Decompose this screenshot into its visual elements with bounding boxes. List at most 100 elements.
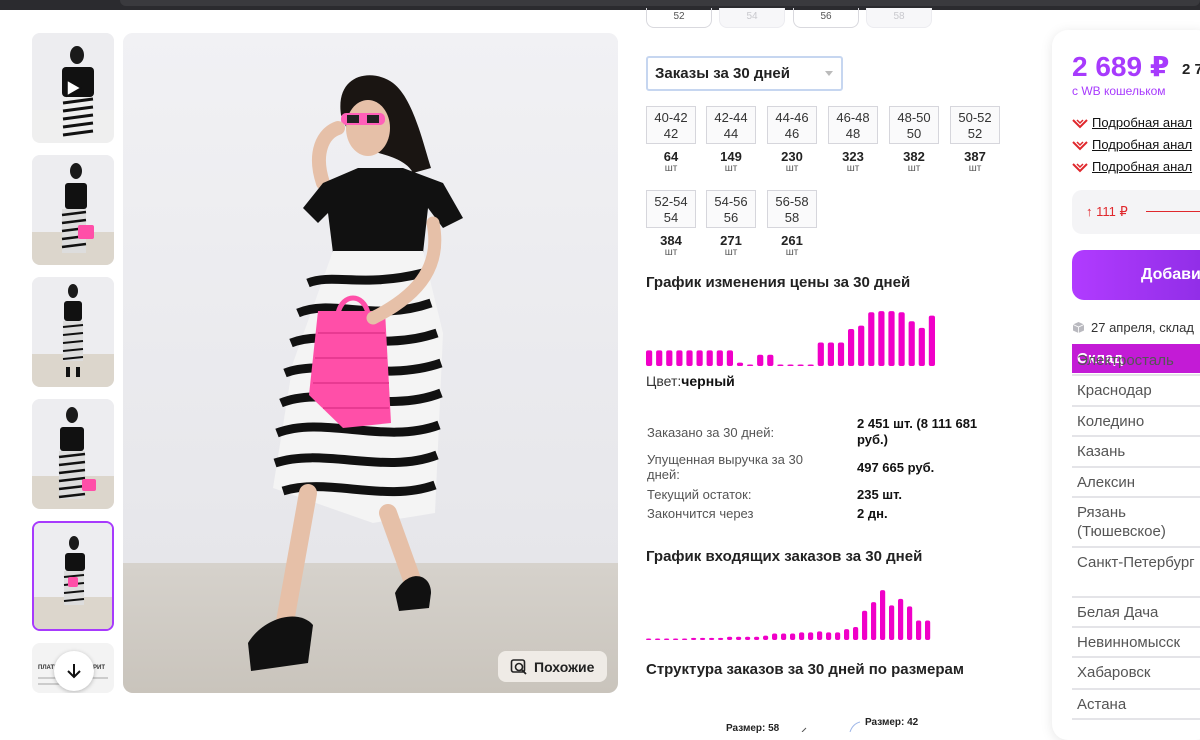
chart-bar	[664, 638, 670, 640]
chart-bar	[790, 633, 796, 640]
size-cell: 46-48 48 323 шт	[828, 106, 878, 174]
chart-bar	[916, 620, 922, 640]
size-stock-unit: шт	[907, 163, 921, 174]
thumbnail-photo-active[interactable]	[32, 521, 114, 631]
product-price-old: 2 7	[1182, 61, 1200, 78]
size-label-box[interactable]: 56-58 58	[767, 190, 817, 228]
size-label-box[interactable]: 52-54 54	[646, 190, 696, 228]
price-chart	[646, 311, 935, 366]
similar-button[interactable]: Похожие	[498, 651, 607, 682]
analysis-link[interactable]: Подробная анал	[1072, 137, 1192, 152]
orders-chart-title: График входящих заказов за 30 дней	[646, 548, 923, 565]
stat-label-runs-out: Закончится через	[647, 506, 754, 521]
warehouse-row: Санкт-Петербург	[1072, 548, 1200, 598]
warehouse-row: Невинномысск	[1072, 628, 1200, 658]
chart-bar	[858, 325, 865, 366]
size-stock-unit: шт	[785, 247, 799, 258]
chart-bar	[807, 364, 814, 366]
model-figure	[63, 536, 85, 605]
add-to-cart-button[interactable]: Добави	[1072, 250, 1200, 300]
chart-bar	[898, 598, 904, 640]
size-stock-unit: шт	[724, 163, 738, 174]
orders-chart	[646, 590, 931, 640]
thumbnail-photo[interactable]	[32, 155, 114, 265]
chart-bar	[757, 354, 764, 366]
chart-bar	[700, 637, 706, 640]
size-label-box[interactable]: 40-42 42	[646, 106, 696, 144]
size-stock-qty: 384	[660, 233, 682, 248]
donut-label: Размер: 42	[865, 717, 919, 728]
product-price: 2 689 ₽	[1072, 51, 1170, 82]
size-ru: 50-52	[958, 110, 992, 125]
donut-label: Размер: 58	[726, 723, 780, 734]
chart-bar	[696, 350, 703, 366]
size-stock-unit: шт	[846, 163, 860, 174]
analysis-link-label: Подробная анал	[1092, 159, 1193, 174]
chart-bar	[781, 633, 787, 640]
structure-chart-title: Структура заказов за 30 дней по размерам	[646, 661, 964, 678]
chart-bar	[799, 632, 805, 640]
chart-bar	[853, 627, 859, 640]
price-chart-title: График изменения цены за 30 дней	[646, 274, 911, 291]
color-label: Цвет:	[646, 373, 682, 389]
warehouse-row: Краснодар	[1072, 376, 1200, 407]
chart-bar	[777, 364, 784, 366]
warehouse-row: Астана	[1072, 690, 1200, 720]
size-label-box[interactable]: 44-46 46	[767, 106, 817, 144]
size-label-box[interactable]: 48-50 50	[889, 106, 939, 144]
size-label-box[interactable]: 54-56 56	[706, 190, 756, 228]
size-stock-qty: 387	[964, 149, 986, 164]
size-ru: 44-46	[775, 110, 809, 125]
top-size-pill[interactable]: 58	[866, 8, 932, 28]
size-cell: 40-42 42 64 шт	[646, 106, 696, 174]
chart-bar	[716, 350, 723, 366]
period-select[interactable]: Заказы за 30 дней	[646, 56, 843, 91]
size-eu: 54	[663, 210, 679, 225]
size-label-box[interactable]: 46-48 48	[828, 106, 878, 144]
top-size-pill[interactable]: 54	[719, 8, 785, 28]
size-eu: 42	[663, 126, 679, 141]
product-photo-illustration	[123, 33, 618, 693]
warehouse-row: Алексин	[1072, 468, 1200, 498]
analysis-link[interactable]: Подробная анал	[1072, 115, 1192, 130]
chart-bar	[908, 321, 915, 366]
chart-bar	[862, 610, 868, 640]
chart-bar	[835, 632, 841, 640]
chart-bar	[837, 342, 845, 366]
size-label-box[interactable]: 50-52 52	[950, 106, 1000, 144]
thumbnail-photo[interactable]: ПЛАТЬ МЕРИТ	[32, 643, 114, 693]
size-label-box[interactable]: 42-44 44	[706, 106, 756, 144]
chart-bar	[928, 315, 935, 366]
price-delta-box: ↑ 111 ₽	[1072, 190, 1200, 234]
top-size-pill[interactable]: 56	[793, 8, 859, 28]
check-diamond-icon	[1072, 140, 1088, 150]
thumbnail-photo[interactable]	[32, 399, 114, 509]
thumbnail-photo[interactable]	[32, 277, 114, 387]
chart-bar	[747, 364, 754, 366]
size-cell: 48-50 50 382 шт	[889, 106, 939, 174]
similar-label: Похожие	[534, 658, 595, 675]
chart-bar	[676, 350, 683, 366]
product-card: 2 689 ₽ 2 7 с WB кошельком Подробная ана…	[1052, 30, 1200, 740]
chart-bar	[925, 620, 931, 640]
size-ru: 42-44	[714, 110, 748, 125]
play-icon	[66, 78, 83, 98]
chart-bar	[880, 590, 886, 640]
warehouse-row: Белая Дача	[1072, 598, 1200, 628]
stat-value-stock: 235 шт.	[857, 487, 902, 502]
chart-bar	[889, 605, 895, 640]
donut-pointer	[849, 721, 861, 732]
size-stock-qty: 271	[720, 233, 742, 248]
donut-pointer	[801, 727, 807, 732]
top-size-pill[interactable]: 52	[646, 8, 712, 28]
chart-bar	[844, 629, 850, 640]
analysis-link[interactable]: Подробная анал	[1072, 159, 1192, 174]
chart-bar	[848, 329, 855, 366]
warehouse-row: Хабаровск	[1072, 658, 1200, 690]
chart-bar	[868, 312, 875, 366]
chart-bar	[918, 327, 925, 366]
thumbnail-video[interactable]	[32, 33, 114, 143]
chart-bar	[817, 342, 824, 366]
main-product-photo[interactable]: Похожие	[123, 33, 618, 693]
scroll-down-button[interactable]	[54, 651, 94, 691]
